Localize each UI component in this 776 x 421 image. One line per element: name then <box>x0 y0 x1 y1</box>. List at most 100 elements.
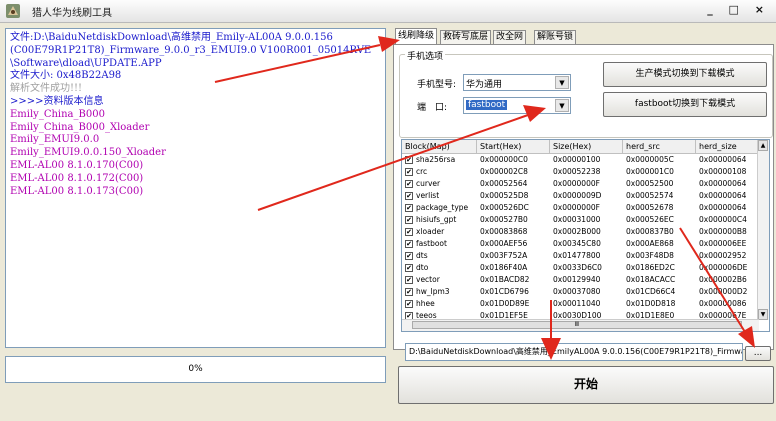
block-name-cell: dto <box>416 263 429 272</box>
column-header[interactable]: Size(Hex) <box>550 140 623 153</box>
port-select[interactable]: fastboot ▼ <box>463 97 571 114</box>
prod-to-download-button[interactable]: 生产模式切换到下载模式 <box>603 62 767 87</box>
column-header[interactable]: herd_size <box>696 140 759 153</box>
table-cell: 0x018ACACC <box>626 275 676 284</box>
vertical-scrollbar[interactable]: ▲ ▼ <box>757 140 769 320</box>
fastboot-to-download-button[interactable]: fastboot切换到下载模式 <box>603 92 767 117</box>
table-row[interactable]: ✔ vector 0x01BACD82 0x00129940 0x018ACACC 0x0… <box>402 274 759 286</box>
table-row[interactable]: ✔ fastboot 0x000AEF56 0x00345C80 0x000AE868 0… <box>402 238 759 250</box>
table-cell: 0x00000064 <box>699 203 747 212</box>
table-row[interactable]: ✔ hhee 0x01D0D89E 0x00011040 0x01D0D818 0x000… <box>402 298 759 310</box>
partition-table: Block(Map) Start(Hex) Size(Hex) herd_src her… <box>401 139 770 332</box>
table-cell: 0x00031000 <box>553 215 601 224</box>
block-name-cell: curver <box>416 179 441 188</box>
table-cell: 0x00083868 <box>480 227 528 236</box>
table-row[interactable]: ✔ hw_lpm3 0x01CD6796 0x00037080 0x01CD66C4 0x… <box>402 286 759 298</box>
block-name-cell: crc <box>416 167 428 176</box>
table-cell: 0x003F48D8 <box>626 251 674 260</box>
table-cell: 0x000006EE <box>699 239 747 248</box>
table-cell: 0x00052238 <box>553 167 601 176</box>
table-row[interactable]: ✔ crc 0x000002C8 0x00052238 0x000001C0 0x0000… <box>402 166 759 178</box>
scroll-up-icon[interactable]: ▲ <box>758 140 768 151</box>
browse-button[interactable]: ... <box>745 346 771 361</box>
table-cell: 0x000525D8 <box>480 191 529 200</box>
table-cell: 0x00129940 <box>553 275 601 284</box>
table-row[interactable]: ✔ xloader 0x00083868 0x0002B000 0x000837B0 0x… <box>402 226 759 238</box>
tab-change-network[interactable]: 改全网 <box>493 30 527 44</box>
tab-unlock-account[interactable]: 解账号锁 <box>534 30 577 44</box>
table-cell: 0x01477800 <box>553 251 601 260</box>
log-line: 文件:D:\BaiduNetdiskDownload\高维禁用_Emily-AL… <box>10 32 333 43</box>
table-cell: 0x00002952 <box>699 251 747 260</box>
table-row[interactable]: ✔ package_type 0x000526DC 0x0000000F 0x00052… <box>402 202 759 214</box>
main-window: 猎人华为线刷工具 _ □ × 文件:D:\BaiduNetdiskDownloa… <box>0 0 776 421</box>
table-cell: 0x0186F40A <box>480 263 528 272</box>
table-header: Block(Map) Start(Hex) Size(Hex) herd_src her… <box>402 140 759 154</box>
model-label: 手机型号: <box>417 80 457 90</box>
firmware-path-field[interactable]: D:\BaiduNetdiskDownload\高维禁用_EmilyAL00A … <box>405 343 743 361</box>
block-name-cell: vector <box>416 275 440 284</box>
block-name-cell: dts <box>416 251 428 260</box>
block-name-cell: hisiufs_gpt <box>416 215 457 224</box>
table-cell: 0x00052564 <box>480 179 528 188</box>
model-select[interactable]: 华为通用 ▼ <box>463 74 571 91</box>
column-header[interactable]: Start(Hex) <box>477 140 550 153</box>
table-cell: 0x00000100 <box>553 155 601 164</box>
chevron-down-icon[interactable]: ▼ <box>555 99 569 112</box>
log-line: (C00E79R1P21T8)_Firmware_9.0.0_r3_EMUI9.… <box>10 44 372 56</box>
column-header[interactable]: herd_src <box>623 140 696 153</box>
table-cell: 0x0000009D <box>553 191 602 200</box>
table-row[interactable]: ✔ dto 0x0186F40A 0x0033D6C0 0x0186ED2C 0x0000… <box>402 262 759 274</box>
tab-flash-downgrade[interactable]: 线刷降级 <box>395 28 438 44</box>
table-cell: 0x000527B0 <box>480 215 528 224</box>
block-name-cell: xloader <box>416 227 445 236</box>
log-line: \Software\dload\UPDATE.APP <box>10 57 162 69</box>
phone-options-label: 手机选项 <box>405 49 446 62</box>
title-bar[interactable]: 猎人华为线刷工具 _ □ × <box>0 0 776 23</box>
tab-rescue-write[interactable]: 救砖写底层 <box>440 30 492 44</box>
app-icon <box>6 4 20 18</box>
log-line: >>>>资料版本信息 <box>10 95 104 107</box>
block-name-cell: sha256rsa <box>416 155 456 164</box>
block-name-cell: hw_lpm3 <box>416 287 450 296</box>
table-cell: 0x000001C0 <box>626 167 674 176</box>
scroll-thumb[interactable]: Ⅲ <box>412 321 742 329</box>
model-value: 华为通用 <box>466 80 503 90</box>
table-cell: 0x01D0D89E <box>480 299 530 308</box>
log-line: 解析文件成功!!! <box>10 83 83 95</box>
table-cell: 0x0000005C <box>626 155 674 164</box>
table-cell: 0x000002C8 <box>480 167 528 176</box>
horizontal-scrollbar[interactable]: Ⅲ <box>402 319 759 331</box>
block-name-cell: fastboot <box>416 239 447 248</box>
table-cell: 0x000000C4 <box>699 215 747 224</box>
table-cell: 0x0000000F <box>553 203 600 212</box>
progress-bar: 0% <box>5 356 386 383</box>
table-row[interactable]: ✔ sha256rsa 0x000000C0 0x00000100 0x0000005C… <box>402 154 759 166</box>
firmware-path-value: D:\BaiduNetdiskDownload\高维禁用_EmilyAL00A … <box>409 347 743 356</box>
table-row[interactable]: ✔ hisiufs_gpt 0x000527B0 0x00031000 0x000526… <box>402 214 759 226</box>
start-button[interactable]: 开始 <box>398 366 774 404</box>
column-header[interactable]: Block(Map) <box>402 140 477 153</box>
table-cell: 0x0000000F <box>553 179 600 188</box>
scroll-down-icon[interactable]: ▼ <box>758 309 768 320</box>
log-line: EML-AL00 8.1.0.172(C00) <box>10 172 144 184</box>
log-output: 文件:D:\BaiduNetdiskDownload\高维禁用_Emily-AL… <box>6 29 385 309</box>
table-row[interactable]: ✔ verlist 0x000525D8 0x0000009D 0x00052574 0x… <box>402 190 759 202</box>
table-cell: 0x01CD6796 <box>480 287 529 296</box>
table-row[interactable]: ✔ curver 0x00052564 0x0000000F 0x00052500 0x0… <box>402 178 759 190</box>
table-cell: 0x01BACD82 <box>480 275 530 284</box>
window-controls[interactable]: _ □ × <box>707 3 770 16</box>
table-cell: 0x01CD66C4 <box>626 287 676 296</box>
chevron-down-icon[interactable]: ▼ <box>555 76 569 89</box>
table-cell: 0x000AEF56 <box>480 239 528 248</box>
log-panel: 文件:D:\BaiduNetdiskDownload\高维禁用_Emily-AL… <box>5 28 386 348</box>
window-title: 猎人华为线刷工具 <box>32 8 112 19</box>
table-cell: 0x01D0D818 <box>626 299 676 308</box>
table-row[interactable]: ✔ dts 0x003F752A 0x01477800 0x003F48D8 0x0000… <box>402 250 759 262</box>
progress-label: 0% <box>188 364 203 374</box>
table-cell: 0x000000B8 <box>699 227 747 236</box>
table-cell: 0x000000D2 <box>699 287 748 296</box>
table-cell: 0x00052678 <box>626 203 674 212</box>
start-label: 开始 <box>573 377 598 391</box>
log-line: EML-AL00 8.1.0.173(C00) <box>10 185 144 197</box>
